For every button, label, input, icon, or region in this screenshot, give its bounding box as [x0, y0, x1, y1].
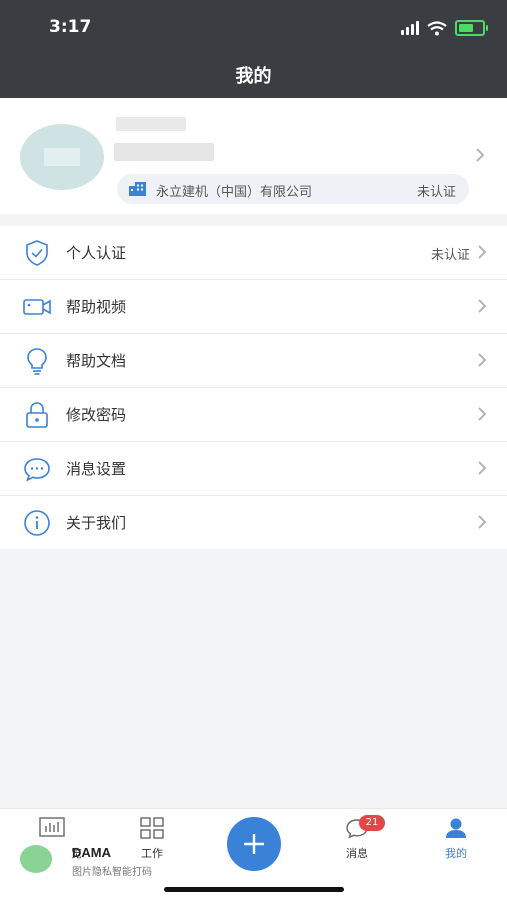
- tab-work[interactable]: 工作: [122, 817, 182, 861]
- company-name: 永立建机（中国）有限公司: [156, 185, 313, 200]
- tab-label: 我的: [445, 847, 467, 860]
- chevron-right-icon: [478, 407, 487, 421]
- unread-badge: 21: [359, 815, 385, 831]
- menu-item-label: 个人认证: [66, 244, 127, 262]
- battery-icon: [455, 20, 488, 36]
- bottom-tab-bar: 览 工作 21 消息 我的 DAMA 图片隐私智能打码: [0, 808, 507, 901]
- info-icon: [24, 510, 50, 536]
- menu-item-change-password[interactable]: 修改密码: [0, 388, 507, 442]
- tab-messages[interactable]: 21 消息: [327, 815, 387, 861]
- lightbulb-icon: [27, 348, 47, 375]
- menu-item-help-docs[interactable]: 帮助文档: [0, 334, 507, 388]
- lock-icon: [26, 402, 48, 428]
- shield-icon: [26, 240, 48, 266]
- menu-item-label: 修改密码: [66, 406, 127, 424]
- chevron-right-icon: [476, 148, 485, 162]
- bar-chart-icon: [39, 817, 65, 837]
- company-badge[interactable]: 永立建机（中国）有限公司 未认证: [117, 174, 469, 204]
- menu-item-about-us[interactable]: 关于我们: [0, 496, 507, 549]
- wifi-icon: [427, 20, 447, 35]
- menu-item-personal-auth[interactable]: 个人认证 未认证: [0, 226, 507, 280]
- chevron-right-icon: [478, 515, 487, 529]
- chevron-right-icon: [478, 299, 487, 313]
- tab-label: 工作: [141, 847, 163, 860]
- header-bar: 3:17 我的: [0, 0, 507, 98]
- user-name-redacted: [116, 117, 186, 131]
- avatar[interactable]: [20, 124, 104, 190]
- menu-item-status: 未认证: [430, 248, 470, 263]
- signal-icon: [401, 21, 419, 35]
- video-camera-icon: [23, 299, 51, 315]
- menu-item-help-video[interactable]: 帮助视频: [0, 280, 507, 334]
- watermark-title: DAMA: [72, 845, 111, 860]
- user-phone-redacted: [114, 143, 214, 161]
- grid-icon: [140, 817, 164, 839]
- watermark-logo: [20, 845, 52, 873]
- building-icon: [129, 182, 146, 196]
- add-button[interactable]: [227, 817, 281, 871]
- chevron-right-icon: [478, 245, 487, 259]
- settings-menu: 个人认证 未认证 帮助视频 帮助文档 修改密码 消息设置 关于我们: [0, 226, 507, 549]
- menu-item-label: 帮助文档: [66, 352, 127, 370]
- menu-item-label: 帮助视频: [66, 298, 127, 316]
- plus-icon: [244, 834, 264, 854]
- status-time: 3:17: [49, 17, 92, 37]
- chevron-right-icon: [478, 353, 487, 367]
- tab-mine[interactable]: 我的: [426, 817, 486, 861]
- chat-bubble-icon: [24, 458, 50, 482]
- profile-card[interactable]: 永立建机（中国）有限公司 未认证: [0, 98, 507, 214]
- menu-item-label: 关于我们: [66, 514, 127, 532]
- menu-item-label: 消息设置: [66, 460, 127, 478]
- home-indicator[interactable]: [164, 887, 344, 892]
- user-icon: [446, 818, 466, 838]
- chevron-right-icon: [478, 461, 487, 475]
- company-status: 未认证: [416, 185, 456, 200]
- page-title: 我的: [235, 66, 272, 87]
- menu-item-message-settings[interactable]: 消息设置: [0, 442, 507, 496]
- status-icons: [401, 18, 488, 38]
- tab-label: 消息: [346, 847, 368, 860]
- watermark-subtitle: 图片隐私智能打码: [72, 867, 152, 878]
